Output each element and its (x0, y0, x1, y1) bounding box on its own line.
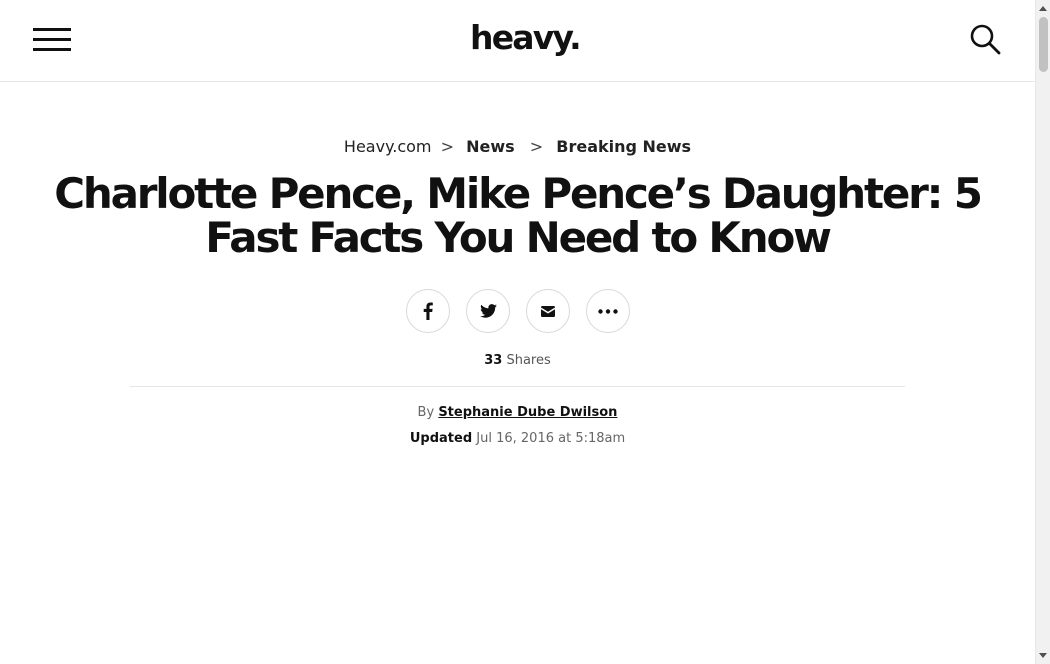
twitter-share-button[interactable] (466, 289, 510, 333)
breadcrumb-separator: > (440, 137, 455, 156)
divider (130, 386, 905, 387)
author-link[interactable]: Stephanie Dube Dwilson (438, 405, 617, 420)
more-icon (598, 308, 618, 314)
share-count: 33 Shares (0, 352, 1035, 370)
byline: By Stephanie Dube Dwilson (0, 404, 1035, 422)
more-share-button[interactable] (586, 289, 630, 333)
breadcrumb-separator: > (529, 137, 544, 156)
breadcrumb-home[interactable]: Heavy.com (344, 137, 432, 156)
scroll-up-icon[interactable] (1039, 6, 1047, 11)
breadcrumb-breaking-news[interactable]: Breaking News (556, 137, 691, 156)
search-button[interactable] (968, 22, 1002, 56)
scroll-thumb[interactable] (1039, 17, 1048, 72)
search-icon (970, 24, 1001, 55)
share-buttons (406, 289, 632, 333)
page: heavy. Heavy.com > News > Breaking News … (0, 0, 1050, 664)
dateline: Updated Jul 16, 2016 at 5:18am (0, 430, 1035, 448)
article-title: Charlotte Pence, Mike Pence’s Daughter: … (54, 169, 983, 262)
breadcrumb: Heavy.com > News > Breaking News (0, 137, 1035, 157)
twitter-icon (479, 304, 497, 318)
breadcrumb-news[interactable]: News (466, 137, 515, 156)
vertical-scrollbar[interactable] (1035, 0, 1050, 664)
share-count-label: Shares (506, 353, 551, 368)
byline-label: By (417, 405, 435, 420)
email-icon (541, 305, 555, 317)
email-share-button[interactable] (526, 289, 570, 333)
menu-bar (33, 38, 71, 41)
facebook-icon (423, 302, 433, 320)
updated-label: Updated (409, 431, 473, 446)
menu-button[interactable] (33, 26, 71, 52)
menu-bar (33, 28, 71, 31)
site-logo[interactable]: heavy. (470, 18, 582, 58)
updated-date: Jul 16, 2016 at 5:18am (476, 431, 626, 446)
site-header: heavy. (0, 0, 1035, 82)
scroll-down-icon[interactable] (1039, 653, 1047, 658)
share-count-number: 33 (484, 353, 503, 368)
menu-bar (33, 48, 71, 51)
facebook-share-button[interactable] (406, 289, 450, 333)
